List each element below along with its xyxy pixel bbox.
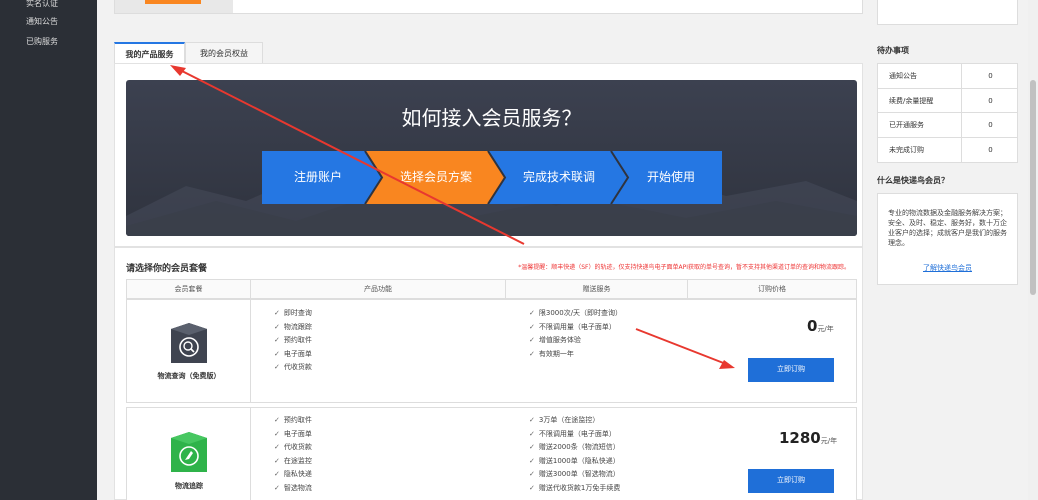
step-integration: 完成技术联调 <box>522 170 595 184</box>
col-features: 产品功能 <box>251 280 506 298</box>
feature-item: 智选物流 <box>274 482 312 496</box>
onboarding-banner: 如何接入会员服务？ 注册账户 选择会员方案 完成技术联调 开始使用 <box>126 80 857 236</box>
todo-label: 续费/余量提醒 <box>878 88 962 112</box>
todo-title: 待办事项 <box>877 46 909 55</box>
gift-item: 不限调用量（电子面单） <box>529 428 620 442</box>
gift-list: 3万单（在途监控） 不限调用量（电子面单） 赠送2000条（物流短信） 赠送10… <box>529 414 620 495</box>
main-content: 我的产品服务 我的会员权益 如何接入会员服务？ 注册账户 选择会员方案 完成技术… <box>97 0 873 500</box>
feature-list: 即时查询 物流跟踪 预约取件 电子面单 代收货款 <box>274 307 312 375</box>
todo-count: 0 <box>988 72 993 80</box>
feature-item: 隐私快递 <box>274 468 312 482</box>
package-name: 物流追踪 <box>175 482 203 490</box>
feature-item: 电子面单 <box>274 348 312 362</box>
orange-bar <box>145 0 201 4</box>
sidebar-item-notices[interactable]: 通知公告 <box>0 12 58 31</box>
gift-item: 限3000次/天（即时查询） <box>529 307 622 321</box>
todo-table: 通知公告 0 续费/余量提醒 0 已开通服务 0 未完成订购 0 <box>877 63 1018 163</box>
top-card-thumbnail <box>115 0 233 13</box>
price-value: 0 <box>807 317 818 335</box>
todo-row[interactable]: 通知公告 0 <box>878 64 1017 89</box>
top-card <box>114 0 863 14</box>
gift-item: 有效期一年 <box>529 348 622 362</box>
gift-list: 限3000次/天（即时查询） 不限调用量（电子面单） 增值服务体验 有效期一年 <box>529 307 622 361</box>
table-row: 物流查询（免费版） 即时查询 物流跟踪 预约取件 电子面单 代收货款 限3000… <box>126 299 857 403</box>
rocket-box-icon <box>171 432 207 472</box>
feature-item: 预约取件 <box>274 414 312 428</box>
gift-item: 3万单（在途监控） <box>529 414 620 428</box>
col-gifts: 赠送服务 <box>506 280 688 298</box>
about-card: 专业的物流数据及金融服务解决方案；安全、及时、稳定、服务好，数十万企业客户的选择… <box>877 193 1018 285</box>
gift-item: 赠送2000条（物流短信） <box>529 441 620 455</box>
step-start: 开始使用 <box>646 170 695 184</box>
about-text: 专业的物流数据及金融服务解决方案；安全、及时、稳定、服务好，数十万企业客户的选择… <box>888 209 1007 247</box>
feature-item: 电子面单 <box>274 428 312 442</box>
sidebar: 实名认证 通知公告 已购服务 <box>0 0 97 500</box>
col-package: 会员套餐 <box>127 280 251 298</box>
packages-section: 请选择你的会员套餐 *温馨提醒：顺丰快递（SF）的轨迹，仅支持快递鸟电子面单AP… <box>114 247 863 500</box>
tab-panel: 如何接入会员服务？ 注册账户 选择会员方案 完成技术联调 开始使用 <box>114 63 863 247</box>
price-value: 1280 <box>779 429 821 447</box>
package-name: 物流查询（免费版） <box>157 372 221 380</box>
table-row: 物流追踪 预约取件 电子面单 代收货款 在途监控 隐私快递 智选物流 3万单（在… <box>126 407 857 500</box>
feature-item: 代收货款 <box>274 441 312 455</box>
feature-item: 预约取件 <box>274 334 312 348</box>
price-unit: 元/年 <box>817 325 834 333</box>
todo-count: 0 <box>988 121 993 129</box>
todo-row[interactable]: 已开通服务 0 <box>878 113 1017 138</box>
package-cell: 物流查询（免费版） <box>127 300 251 402</box>
package-cell: 物流追踪 <box>127 408 251 500</box>
feature-list: 预约取件 电子面单 代收货款 在途监控 隐私快递 智选物流 <box>274 414 312 495</box>
about-link[interactable]: 了解快递鸟会员 <box>878 263 1017 273</box>
right-sidebar: 待办事项 通知公告 0 续费/余量提醒 0 已开通服务 0 未完成订购 0 什么… <box>877 0 1018 500</box>
packages-title: 请选择你的会员套餐 <box>126 264 208 274</box>
price: 1280元/年 <box>779 429 837 447</box>
todo-label: 未完成订购 <box>878 137 962 162</box>
col-price: 订购价格 <box>758 285 786 293</box>
gift-item: 增值服务体验 <box>529 334 622 348</box>
todo-count: 0 <box>988 96 993 105</box>
scrollbar-thumb[interactable] <box>1030 80 1036 295</box>
banner-title: 如何接入会员服务？ <box>401 106 582 130</box>
todo-label: 已开通服务 <box>878 113 962 137</box>
packages-note: *温馨提醒：顺丰快递（SF）的轨迹，仅支持快递鸟电子面单API获取的单号查询，暂… <box>518 264 850 271</box>
order-button[interactable]: 立即订购 <box>748 358 834 382</box>
about-title: 什么是快递鸟会员？ <box>877 176 949 185</box>
gift-item: 不限调用量（电子面单） <box>529 321 622 335</box>
step-register: 注册账户 <box>293 170 342 184</box>
feature-item: 在途监控 <box>274 455 312 469</box>
scrollbar[interactable] <box>1028 0 1038 500</box>
todo-row[interactable]: 续费/余量提醒 0 <box>878 88 1017 113</box>
search-box-icon <box>171 323 207 363</box>
right-top-card <box>877 0 1018 25</box>
tab-my-products[interactable]: 我的产品服务 <box>114 42 185 64</box>
gift-item: 赠送3000单（智选物流） <box>529 468 620 482</box>
steps: 注册账户 选择会员方案 完成技术联调 开始使用 <box>262 151 722 204</box>
price: 0元/年 <box>807 317 834 335</box>
table-header: 会员套餐 产品功能 赠送服务 订购价格 <box>126 279 857 299</box>
tab-my-benefits[interactable]: 我的会员权益 <box>185 42 263 64</box>
order-button[interactable]: 立即订购 <box>748 469 834 493</box>
feature-item: 代收货款 <box>274 361 312 375</box>
feature-item: 即时查询 <box>274 307 312 321</box>
todo-row[interactable]: 未完成订购 0 <box>878 137 1017 162</box>
feature-item: 物流跟踪 <box>274 321 312 335</box>
todo-label: 通知公告 <box>878 64 962 88</box>
todo-count: 0 <box>988 145 993 154</box>
step-choose-plan: 选择会员方案 <box>399 170 472 184</box>
sidebar-item-purchased[interactable]: 已购服务 <box>0 32 58 51</box>
gift-item: 赠送代收货款1万免手续费 <box>529 482 620 496</box>
gift-item: 赠送1000单（隐私快递） <box>529 455 620 469</box>
price-unit: 元/年 <box>820 437 838 445</box>
